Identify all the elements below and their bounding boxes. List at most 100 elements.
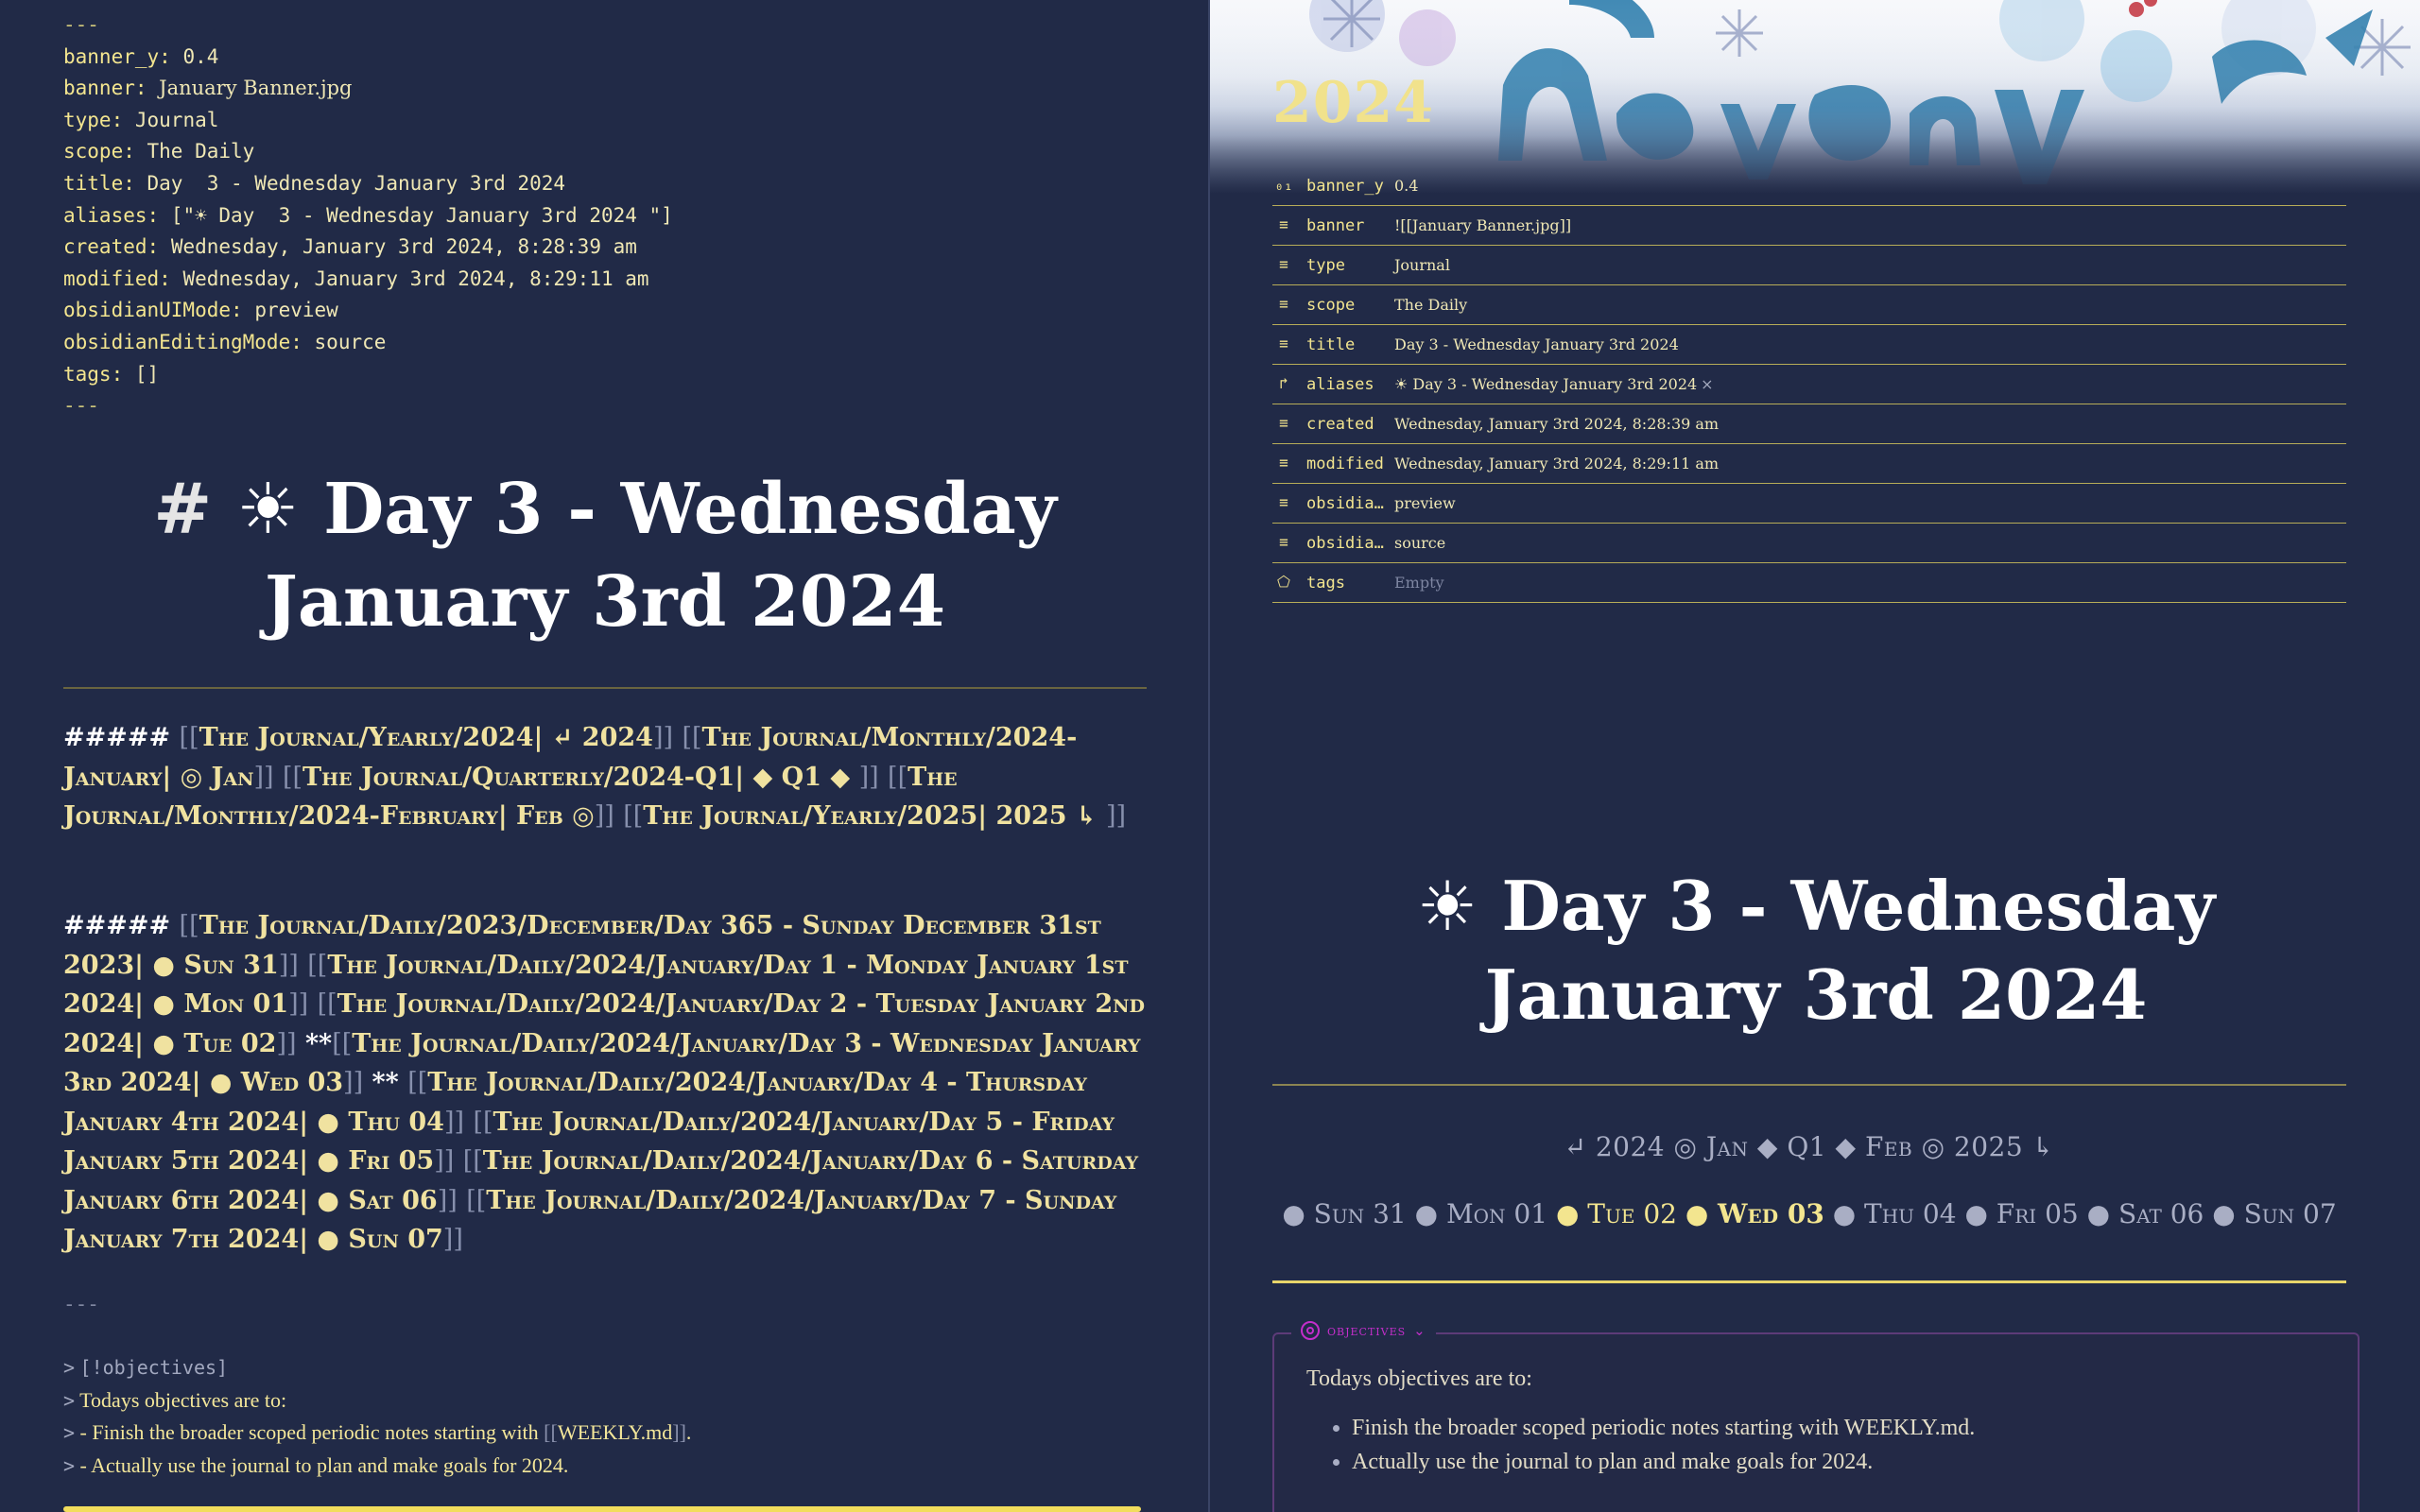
frontmatter-line[interactable]: type: Journal bbox=[63, 105, 673, 137]
property-key[interactable]: obsidia… bbox=[1306, 494, 1401, 513]
frontmatter-value: The Daily bbox=[147, 140, 255, 163]
frontmatter-line[interactable]: obsidianUIMode: preview bbox=[63, 295, 673, 327]
chevron-down-icon[interactable]: ⌄ bbox=[1413, 1322, 1426, 1339]
text-icon: ≡ bbox=[1279, 255, 1288, 273]
frontmatter-line[interactable]: banner_y: 0.4 bbox=[63, 42, 673, 74]
property-key[interactable]: banner_y bbox=[1306, 177, 1401, 196]
property-key[interactable]: modified bbox=[1306, 455, 1401, 473]
nav-link[interactable]: 2025 ↳ bbox=[1954, 1131, 2055, 1162]
nav-link[interactable]: ◎ Jan bbox=[1673, 1131, 1748, 1162]
preview-nav-daily[interactable]: ● Sun 31 ● Mon 01 ● Tue 02 ● Wed 03 ● Th… bbox=[1272, 1198, 2346, 1229]
nav-link[interactable]: ◆ Q1 ◆ bbox=[1757, 1131, 1857, 1162]
property-value[interactable]: The Daily bbox=[1394, 296, 1467, 314]
frontmatter-line[interactable]: title: Day 3 - Wednesday January 3rd 202… bbox=[63, 168, 673, 200]
wikilink[interactable]: The Journal/Yearly/2025| 2025 ↳ bbox=[643, 801, 1106, 831]
source-nav-periodic[interactable]: ##### [[The Journal/Yearly/2024| ↵ 2024]… bbox=[63, 718, 1150, 836]
wikilink-weekly[interactable]: WEEKLY.md bbox=[558, 1420, 672, 1444]
properties-panel[interactable]: ₀₁ banner_y 0.4 ≡ banner ![[January Banner.jp… bbox=[1272, 166, 2346, 603]
property-row[interactable]: ≡ banner ![[January Banner.jpg]] bbox=[1272, 206, 2346, 246]
text-icon: ≡ bbox=[1279, 493, 1288, 511]
property-row[interactable]: ≡ created Wednesday, January 3rd 2024, 8:2… bbox=[1272, 404, 2346, 444]
callout-list-item: Actually use the journal to plan and mak… bbox=[1352, 1445, 1975, 1479]
frontmatter-line[interactable]: created: Wednesday, January 3rd 2024, 8:… bbox=[63, 232, 673, 264]
frontmatter-key: modified: bbox=[63, 266, 171, 290]
property-value[interactable]: ☀ Day 3 - Wednesday January 3rd 2024 × bbox=[1394, 375, 1714, 393]
property-value[interactable]: 0.4 bbox=[1394, 177, 1418, 195]
reading-view-pane[interactable]: 2024 ₀₁ banner_y 0.4 ≡ banner ![[January Bann… bbox=[1210, 0, 2420, 1512]
frontmatter-line[interactable]: obsidianEditingMode: source bbox=[63, 327, 673, 359]
source-callout[interactable]: > [!objectives] > Todays objectives are … bbox=[63, 1351, 691, 1482]
property-value[interactable]: Journal bbox=[1394, 256, 1450, 274]
source-nav-daily[interactable]: ##### [[The Journal/Daily/2023/December/… bbox=[63, 906, 1150, 1260]
day-link[interactable]: ● Wed 03 bbox=[1685, 1198, 1824, 1229]
frontmatter-key: banner: bbox=[63, 77, 147, 100]
property-row[interactable]: ≡ obsidia… source bbox=[1272, 524, 2346, 563]
frontmatter-key: obsidianUIMode: bbox=[63, 299, 243, 322]
callout-bullet-list: Finish the broader scoped periodic notes… bbox=[1306, 1411, 1975, 1479]
text-icon: ≡ bbox=[1279, 454, 1288, 472]
callout-list-item: Finish the broader scoped periodic notes… bbox=[1352, 1411, 1975, 1445]
property-key[interactable]: obsidia… bbox=[1306, 534, 1401, 553]
wikilink[interactable]: The Journal/Yearly/2024| ↵ 2024 bbox=[199, 723, 653, 752]
frontmatter-key: type: bbox=[63, 108, 124, 131]
text-icon: ≡ bbox=[1279, 335, 1288, 352]
editor-source-pane[interactable]: --- banner_y: 0.4 banner: January Banner.… bbox=[0, 0, 1208, 1512]
frontmatter-line[interactable]: scope: The Daily bbox=[63, 136, 673, 168]
callout-header[interactable]: objectives ⌄ bbox=[1291, 1321, 1436, 1340]
source-heading-1[interactable]: # ☀ Day 3 - Wednesday January 3rd 2024 bbox=[63, 463, 1147, 648]
day-link[interactable]: ● Tue 02 bbox=[1556, 1198, 1677, 1229]
property-row[interactable]: ⬠ tags Empty bbox=[1272, 563, 2346, 603]
property-key[interactable]: type bbox=[1306, 256, 1401, 275]
frontmatter-line[interactable]: aliases: ["☀ Day 3 - Wednesday January 3… bbox=[63, 200, 673, 232]
heading-marker: ##### bbox=[63, 723, 171, 752]
property-row[interactable]: ≡ type Journal bbox=[1272, 246, 2346, 285]
property-row[interactable]: ≡ obsidia… preview bbox=[1272, 484, 2346, 524]
property-value[interactable]: source bbox=[1394, 534, 1445, 552]
property-row[interactable]: ↱ aliases ☀ Day 3 - Wednesday January 3rd … bbox=[1272, 365, 2346, 404]
heading-marker: # bbox=[153, 469, 213, 550]
objectives-callout[interactable]: objectives ⌄ Todays objectives are to: F… bbox=[1272, 1321, 2360, 1512]
property-value[interactable]: Wednesday, January 3rd 2024, 8:29:11 am bbox=[1394, 455, 1719, 472]
property-key[interactable]: scope bbox=[1306, 296, 1401, 315]
property-value[interactable]: Wednesday, January 3rd 2024, 8:28:39 am bbox=[1394, 415, 1719, 433]
wikilink[interactable]: The Journal/Quarterly/2024-Q1| ◆ Q1 ◆ bbox=[302, 763, 859, 792]
property-key[interactable]: banner bbox=[1306, 216, 1401, 235]
property-row[interactable]: ₀₁ banner_y 0.4 bbox=[1272, 166, 2346, 206]
property-row[interactable]: ≡ scope The Daily bbox=[1272, 285, 2346, 325]
text-icon: ≡ bbox=[1279, 414, 1288, 432]
day-link[interactable]: ● Mon 01 bbox=[1415, 1198, 1547, 1229]
frontmatter-line[interactable]: tags: [] bbox=[63, 359, 673, 391]
heading-underline bbox=[63, 687, 1147, 689]
day-link[interactable]: ● Fri 05 bbox=[1964, 1198, 2078, 1229]
property-key[interactable]: aliases bbox=[1306, 375, 1401, 394]
property-row[interactable]: ≡ title Day 3 - Wednesday January 3rd 2024 bbox=[1272, 325, 2346, 365]
property-key[interactable]: tags bbox=[1306, 574, 1401, 593]
nav-link[interactable]: Feb ◎ bbox=[1865, 1131, 1945, 1162]
frontmatter-key: tags: bbox=[63, 362, 124, 386]
property-value[interactable]: Empty bbox=[1394, 574, 1444, 592]
property-key[interactable]: title bbox=[1306, 335, 1401, 354]
tag-icon: ⬠ bbox=[1277, 573, 1290, 591]
frontmatter-line[interactable]: modified: Wednesday, January 3rd 2024, 8… bbox=[63, 264, 673, 296]
property-value[interactable]: preview bbox=[1394, 494, 1456, 512]
day-link[interactable]: ● Sun 31 bbox=[1282, 1198, 1406, 1229]
preview-nav-periodic[interactable]: ↵ 2024 ◎ Jan ◆ Q1 ◆ Feb ◎ 2025 ↳ bbox=[1272, 1131, 2346, 1162]
property-key[interactable]: created bbox=[1306, 415, 1401, 434]
text-icon: ≡ bbox=[1279, 295, 1288, 313]
bold-marker: ** bbox=[372, 1068, 399, 1097]
frontmatter-line[interactable]: banner: January Banner.jpg bbox=[63, 73, 673, 105]
remove-icon[interactable]: × bbox=[1701, 375, 1713, 393]
frontmatter-value: source bbox=[314, 330, 387, 353]
nav-link[interactable]: ↵ 2024 bbox=[1564, 1131, 1665, 1162]
frontmatter-value: January Banner.jpg bbox=[159, 77, 353, 100]
frontmatter-value: Journal bbox=[134, 108, 219, 131]
callout-title-text: objectives bbox=[1327, 1322, 1407, 1339]
frontmatter-block[interactable]: --- banner_y: 0.4 banner: January Banner.… bbox=[63, 9, 673, 422]
property-value[interactable]: ![[January Banner.jpg]] bbox=[1394, 216, 1571, 234]
day-link[interactable]: ● Sun 07 bbox=[2212, 1198, 2336, 1229]
day-link[interactable]: ● Thu 04 bbox=[1833, 1198, 1957, 1229]
property-value[interactable]: Day 3 - Wednesday January 3rd 2024 bbox=[1394, 335, 1679, 353]
property-row[interactable]: ≡ modified Wednesday, January 3rd 2024, 8:… bbox=[1272, 444, 2346, 484]
day-link[interactable]: ● Sat 06 bbox=[2087, 1198, 2204, 1229]
bold-marker: ** bbox=[304, 1028, 333, 1058]
